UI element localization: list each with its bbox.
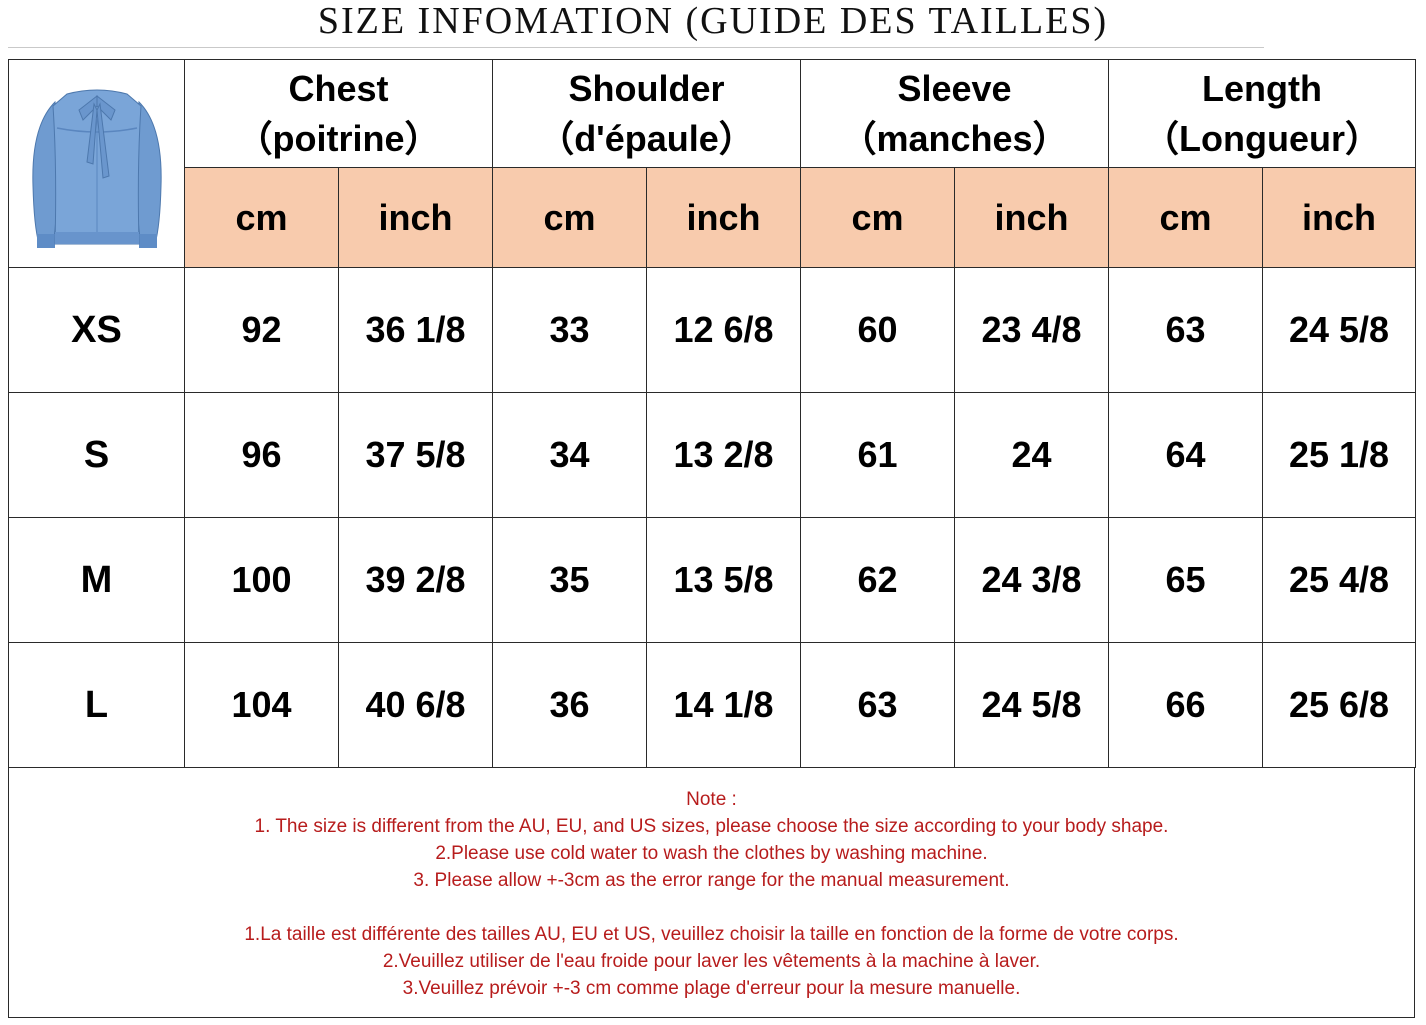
title-divider (8, 47, 1264, 48)
header-chest: Chest （poitrine） (184, 59, 493, 168)
page-title: SIZE INFOMATION (GUIDE DES TAILLES) (317, 0, 1109, 42)
header-length-en: Length (1202, 67, 1322, 109)
unit-label: cm (1108, 167, 1263, 268)
size-label: S (8, 392, 185, 518)
note-en-2: 2.Please use cold water to wash the clot… (435, 843, 988, 864)
header-chest-en: Chest (288, 67, 389, 109)
note-fr-2: 2.Veuillez utiliser de l'eau froide pour… (382, 951, 1041, 972)
unit-label: inch (338, 167, 493, 268)
table-cell: 104 (184, 642, 339, 768)
notes-spacer (9, 894, 1414, 921)
note-en-1: 1. The size is different from the AU, EU… (254, 816, 1169, 837)
size-label: M (8, 517, 185, 643)
table-cell: 14 1/8 (646, 642, 801, 768)
table-cell: 24 5/8 (954, 642, 1109, 768)
table-cell: 100 (184, 517, 339, 643)
table-row: M 100 39 2/8 35 13 5/8 62 24 3/8 65 25 4… (8, 517, 1416, 643)
size-label: L (8, 642, 185, 768)
table-cell: 36 (492, 642, 647, 768)
header-shoulder-fr: （d'épaule） (538, 117, 755, 159)
table-cell: 13 5/8 (646, 517, 801, 643)
table-cell: 96 (184, 392, 339, 518)
header-chest-fr: （poitrine） (236, 117, 441, 159)
note-fr-3: 3.Veuillez prévoir +-3 cm comme plage d'… (402, 978, 1021, 999)
table-cell: 25 6/8 (1262, 642, 1416, 768)
header-shoulder-en: Shoulder (568, 67, 725, 109)
header-sleeve: Sleeve （manches） (800, 59, 1109, 168)
table-cell: 25 4/8 (1262, 517, 1416, 643)
table-cell: 33 (492, 267, 647, 393)
unit-label: inch (954, 167, 1109, 268)
unit-label: cm (184, 167, 339, 268)
unit-label: cm (492, 167, 647, 268)
note-fr-1: 1.La taille est différente des tailles A… (244, 924, 1179, 945)
table-cell: 61 (800, 392, 955, 518)
table-cell: 36 1/8 (338, 267, 493, 393)
unit-label: cm (800, 167, 955, 268)
table-row: L 104 40 6/8 36 14 1/8 63 24 5/8 66 25 6… (8, 642, 1416, 768)
denim-blouse-image (31, 89, 162, 248)
table-cell: 12 6/8 (646, 267, 801, 393)
header-sleeve-en: Sleeve (897, 67, 1012, 109)
table-cell: 64 (1108, 392, 1263, 518)
table-cell: 39 2/8 (338, 517, 493, 643)
product-photo-cell (8, 59, 185, 268)
table-cell: 23 4/8 (954, 267, 1109, 393)
table-cell: 24 3/8 (954, 517, 1109, 643)
table-cell: 92 (184, 267, 339, 393)
table-cell: 37 5/8 (338, 392, 493, 518)
header-sleeve-fr: （manches） (840, 117, 1069, 159)
header-shoulder: Shoulder （d'épaule） (492, 59, 801, 168)
notes-section: Note : 1. The size is different from the… (8, 767, 1415, 1018)
table-cell: 62 (800, 517, 955, 643)
size-chart-table: Chest （poitrine） Shoulder （d'épaule） Sle… (8, 59, 1416, 768)
size-label: XS (8, 267, 185, 393)
header-length-fr: （Longueur） (1143, 117, 1381, 159)
table-cell: 13 2/8 (646, 392, 801, 518)
note-en-3: 3. Please allow +-3cm as the error range… (413, 870, 1010, 891)
unit-label: inch (1262, 167, 1416, 268)
table-row: S 96 37 5/8 34 13 2/8 61 24 64 25 1/8 (8, 392, 1416, 518)
table-cell: 24 5/8 (1262, 267, 1416, 393)
table-cell: 25 1/8 (1262, 392, 1416, 518)
table-cell: 65 (1108, 517, 1263, 643)
notes-heading: Note : (686, 789, 737, 810)
table-cell: 40 6/8 (338, 642, 493, 768)
table-cell: 24 (954, 392, 1109, 518)
header-length: Length （Longueur） (1108, 59, 1416, 168)
table-cell: 34 (492, 392, 647, 518)
table-cell: 35 (492, 517, 647, 643)
table-cell: 63 (800, 642, 955, 768)
unit-label: inch (646, 167, 801, 268)
table-cell: 63 (1108, 267, 1263, 393)
table-cell: 60 (800, 267, 955, 393)
table-cell: 66 (1108, 642, 1263, 768)
table-row: XS 92 36 1/8 33 12 6/8 60 23 4/8 63 24 5… (8, 267, 1416, 393)
